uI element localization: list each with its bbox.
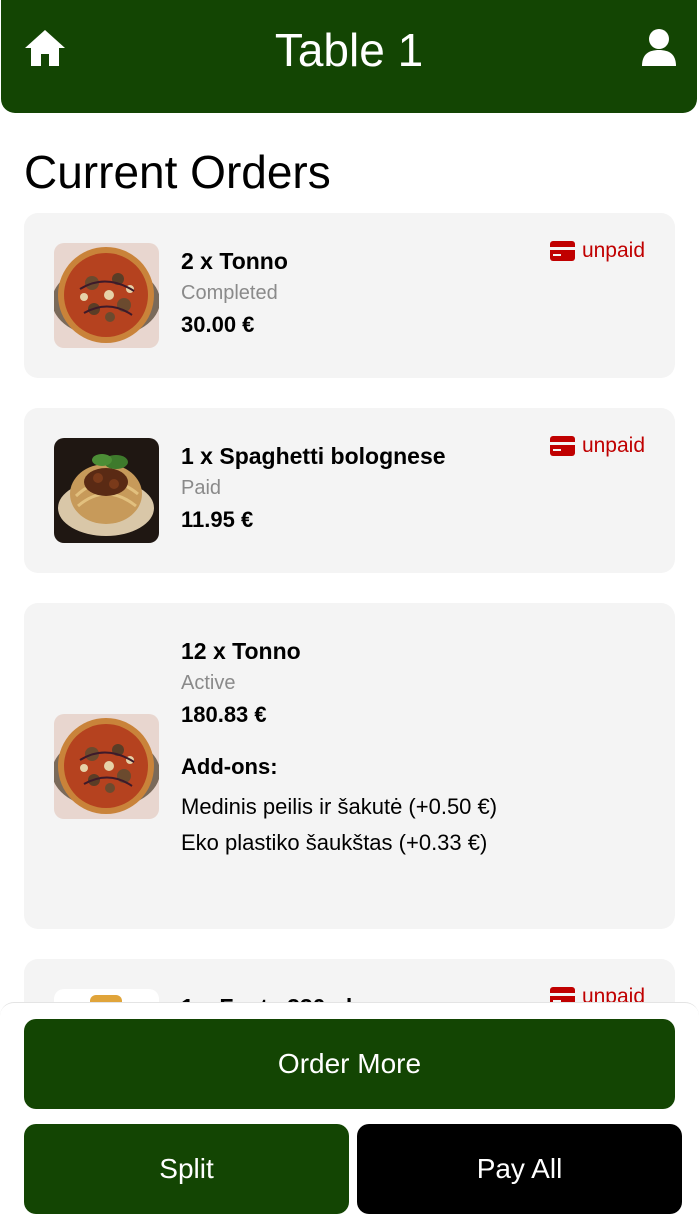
order-price: 11.95 € <box>181 507 254 532</box>
order-status: Completed <box>181 282 278 304</box>
pizza-image <box>54 243 159 348</box>
order-price: 30.00 € <box>181 312 255 337</box>
addon-item: Medinis peilis ir šakutė (+0.50 €) <box>181 794 498 819</box>
addon-item: Eko plastiko šaukštas (+0.33 €) <box>181 830 488 855</box>
order-card[interactable]: 12 x Tonno Active 180.83 € Add-ons: Medi… <box>24 603 675 929</box>
credit-card-icon <box>549 241 575 261</box>
order-status: Paid <box>181 477 222 499</box>
payment-status-badge[interactable]: unpaid <box>549 434 645 458</box>
credit-card-icon <box>549 436 575 456</box>
pay-all-button[interactable]: Pay All <box>357 1124 682 1214</box>
page-title: Current Orders <box>24 146 331 198</box>
table-title: Table 1 <box>274 24 424 76</box>
order-card[interactable]: unpaid 2 x Tonno Completed 30.00 € <box>24 213 675 378</box>
order-more-button[interactable]: Order More <box>24 1019 675 1109</box>
order-price: 180.83 € <box>181 702 267 727</box>
payment-status-badge[interactable]: unpaid <box>549 239 645 263</box>
user-icon[interactable] <box>641 28 677 68</box>
order-status: Active <box>181 672 236 694</box>
payment-status-label: unpaid <box>581 239 645 262</box>
addons-list: Medinis peilis ir šakutė (+0.50 €) Eko p… <box>181 793 645 857</box>
order-card[interactable]: unpaid 1 x Spaghetti bolognese Paid 11.9… <box>24 408 675 573</box>
payment-status-label: unpaid <box>581 434 645 457</box>
top-header: Table 1 <box>1 0 697 113</box>
pizza-image <box>54 714 159 819</box>
order-item-name: 12 x Tonno <box>181 638 301 664</box>
bottom-action-bar: Order More Split Pay All <box>0 1002 699 1229</box>
spaghetti-image <box>54 438 159 543</box>
split-button[interactable]: Split <box>24 1124 349 1214</box>
addons-heading: Add-ons: <box>181 754 278 779</box>
